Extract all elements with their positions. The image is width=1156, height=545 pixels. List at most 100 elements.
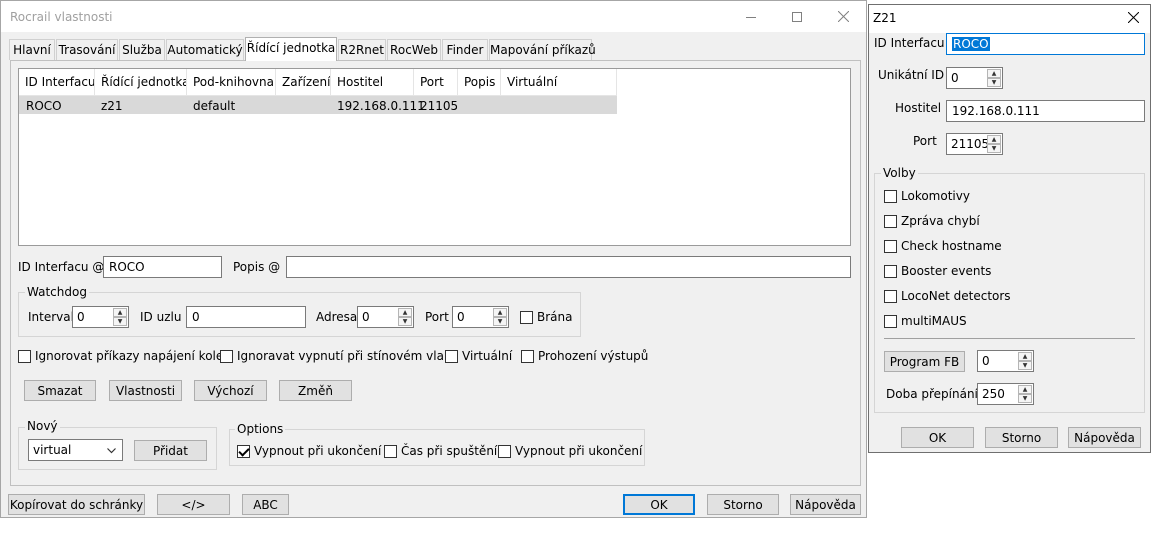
time-at-startup-checkbox[interactable]: Čas při spuštění: [384, 444, 497, 458]
spin-up-icon[interactable]: ▲: [113, 308, 127, 317]
table-cell: 21105: [420, 99, 459, 113]
column-header-virtual[interactable]: Virtuální: [501, 69, 617, 95]
column-header-device[interactable]: Zařízení: [276, 69, 331, 95]
xml-button[interactable]: </>: [157, 494, 230, 515]
tab-command-mapping[interactable]: Mapování příkazů: [489, 39, 596, 60]
properties-button[interactable]: Vlastnosti: [109, 380, 182, 401]
table-cell: default: [193, 99, 236, 113]
z21-help-button[interactable]: Nápověda: [1068, 427, 1141, 448]
checkbox-checked-icon: [237, 444, 250, 458]
delete-button[interactable]: Smazat: [24, 380, 96, 401]
watchdog-group-title: Watchdog: [25, 285, 89, 299]
spin-down-icon[interactable]: ▼: [987, 144, 1001, 153]
virtual-checkbox[interactable]: Virtuální: [445, 349, 512, 363]
z21-loconet-detectors-checkbox[interactable]: LocoNet detectors: [884, 289, 1011, 303]
spin-up-icon[interactable]: ▲: [987, 135, 1001, 144]
add-button[interactable]: Přidat: [134, 440, 207, 461]
z21-check-hostname-checkbox[interactable]: Check hostname: [884, 239, 1002, 253]
close-icon[interactable]: [820, 1, 866, 32]
copy-to-clipboard-button[interactable]: Kopírovat do schránky: [8, 494, 145, 515]
tab-service[interactable]: Služba: [119, 39, 165, 60]
spin-down-icon[interactable]: ▼: [113, 317, 127, 326]
tab-control-unit[interactable]: Řídící jednotka: [245, 37, 337, 61]
tab-rocweb[interactable]: RocWeb: [387, 39, 441, 60]
column-header-control-unit[interactable]: Řídící jednotka: [95, 69, 187, 95]
spin-up-icon[interactable]: ▲: [987, 69, 1001, 78]
tab-routing[interactable]: Trasování: [56, 39, 118, 60]
z21-title-bar[interactable]: Z21: [869, 5, 1150, 33]
column-header-interface-id[interactable]: ID Interfacu: [19, 69, 95, 95]
default-button[interactable]: Výchozí: [194, 380, 267, 401]
program-fb-stepper[interactable]: 0 ▲ ▼: [977, 350, 1034, 372]
library-select[interactable]: virtual: [28, 439, 123, 461]
column-header-description[interactable]: Popis: [458, 69, 501, 95]
table-cell: z21: [101, 99, 123, 113]
z21-interface-id-input[interactable]: ROCO: [946, 33, 1145, 55]
z21-interface-id-label: ID Interfacu: [874, 36, 945, 50]
abc-button[interactable]: ABC: [242, 494, 289, 515]
z21-locomotives-checkbox[interactable]: Lokomotivy: [884, 189, 970, 203]
z21-unique-id-stepper[interactable]: 0 ▲ ▼: [946, 67, 1003, 89]
interface-id-input[interactable]: ROCO: [103, 256, 222, 278]
spin-down-icon[interactable]: ▼: [1018, 361, 1032, 370]
column-header-sub-library[interactable]: Pod-knihovna: [187, 69, 276, 95]
z21-close-icon[interactable]: [1116, 5, 1150, 29]
spin-down-icon[interactable]: ▼: [1018, 394, 1032, 403]
tab-automatic[interactable]: Automatický: [166, 39, 244, 60]
program-fb-button[interactable]: Program FB: [884, 351, 965, 372]
ok-button[interactable]: OK: [623, 494, 695, 515]
swap-outputs-checkbox[interactable]: Prohození výstupů: [521, 349, 648, 363]
column-header-host[interactable]: Hostitel: [331, 69, 414, 95]
help-button[interactable]: Nápověda: [790, 494, 861, 515]
watchdog-port-stepper[interactable]: 0 ▲ ▼: [452, 306, 509, 328]
watchdog-node-label: ID uzlu: [140, 310, 182, 324]
spin-down-icon[interactable]: ▼: [493, 317, 507, 326]
shutdown-on-exit-checkbox[interactable]: Vypnout při ukončení: [237, 444, 381, 458]
z21-cancel-button[interactable]: Storno: [985, 427, 1058, 448]
minimize-icon[interactable]: [728, 1, 774, 32]
watchdog-interval-stepper[interactable]: 0 ▲ ▼: [72, 306, 129, 328]
spin-up-icon[interactable]: ▲: [398, 308, 412, 317]
z21-multimaus-checkbox[interactable]: multiMAUS: [884, 314, 967, 328]
z21-dialog-title: Z21: [873, 11, 897, 25]
change-button[interactable]: Změň: [279, 380, 352, 401]
z21-port-label: Port: [913, 134, 937, 148]
ignore-shadow-train-checkbox[interactable]: Ignoravat vypnutí při stínovém vlaku: [220, 349, 458, 363]
column-header-port[interactable]: Port: [414, 69, 458, 95]
ignore-power-commands-checkbox[interactable]: Ignorovat příkazy napájení koleji: [18, 349, 230, 363]
switch-time-stepper[interactable]: 250 ▲ ▼: [977, 383, 1034, 405]
z21-booster-events-checkbox[interactable]: Booster events: [884, 264, 991, 278]
z21-port-stepper[interactable]: 21105 ▲ ▼: [946, 133, 1003, 155]
spin-down-icon[interactable]: ▼: [398, 317, 412, 326]
watchdog-gate-checkbox[interactable]: Brána: [520, 310, 572, 324]
watchdog-node-input[interactable]: 0: [186, 306, 306, 328]
tab-finder[interactable]: Finder: [442, 39, 488, 60]
options-group-title: Options: [235, 422, 286, 436]
description-label: Popis @: [233, 260, 281, 274]
maximize-icon[interactable]: [774, 1, 820, 32]
checkbox-icon: [520, 310, 533, 324]
spin-up-icon[interactable]: ▲: [1018, 352, 1032, 361]
watchdog-address-stepper[interactable]: 0 ▲ ▼: [357, 306, 414, 328]
checkbox-icon: [445, 349, 458, 363]
spin-up-icon[interactable]: ▲: [493, 308, 507, 317]
separator: [884, 338, 1135, 339]
z21-host-input[interactable]: 192.168.0.111: [946, 100, 1145, 122]
watchdog-address-label: Adresa: [316, 310, 358, 324]
interface-table[interactable]: ID Interfacu Řídící jednotka Pod-knihovn…: [18, 68, 851, 246]
checkbox-icon: [521, 349, 534, 363]
z21-ok-button[interactable]: OK: [901, 427, 974, 448]
tab-r2rnet[interactable]: R2Rnet: [338, 39, 386, 60]
shutdown-on-exit-2-checkbox[interactable]: Vypnout při ukončení: [498, 444, 642, 458]
title-bar[interactable]: Rocrail vlastnosti: [1, 1, 866, 32]
switch-time-label: Doba přepínání: [886, 387, 978, 401]
spin-down-icon[interactable]: ▼: [987, 78, 1001, 87]
checkbox-icon: [884, 289, 897, 303]
description-input[interactable]: [286, 256, 851, 278]
tab-main[interactable]: Hlavní: [9, 39, 55, 60]
z21-message-missing-checkbox[interactable]: Zpráva chybí: [884, 214, 980, 228]
window-title: Rocrail vlastnosti: [10, 10, 113, 24]
spin-up-icon[interactable]: ▲: [1018, 385, 1032, 394]
interface-id-label: ID Interfacu @: [18, 260, 105, 274]
cancel-button[interactable]: Storno: [707, 494, 779, 515]
